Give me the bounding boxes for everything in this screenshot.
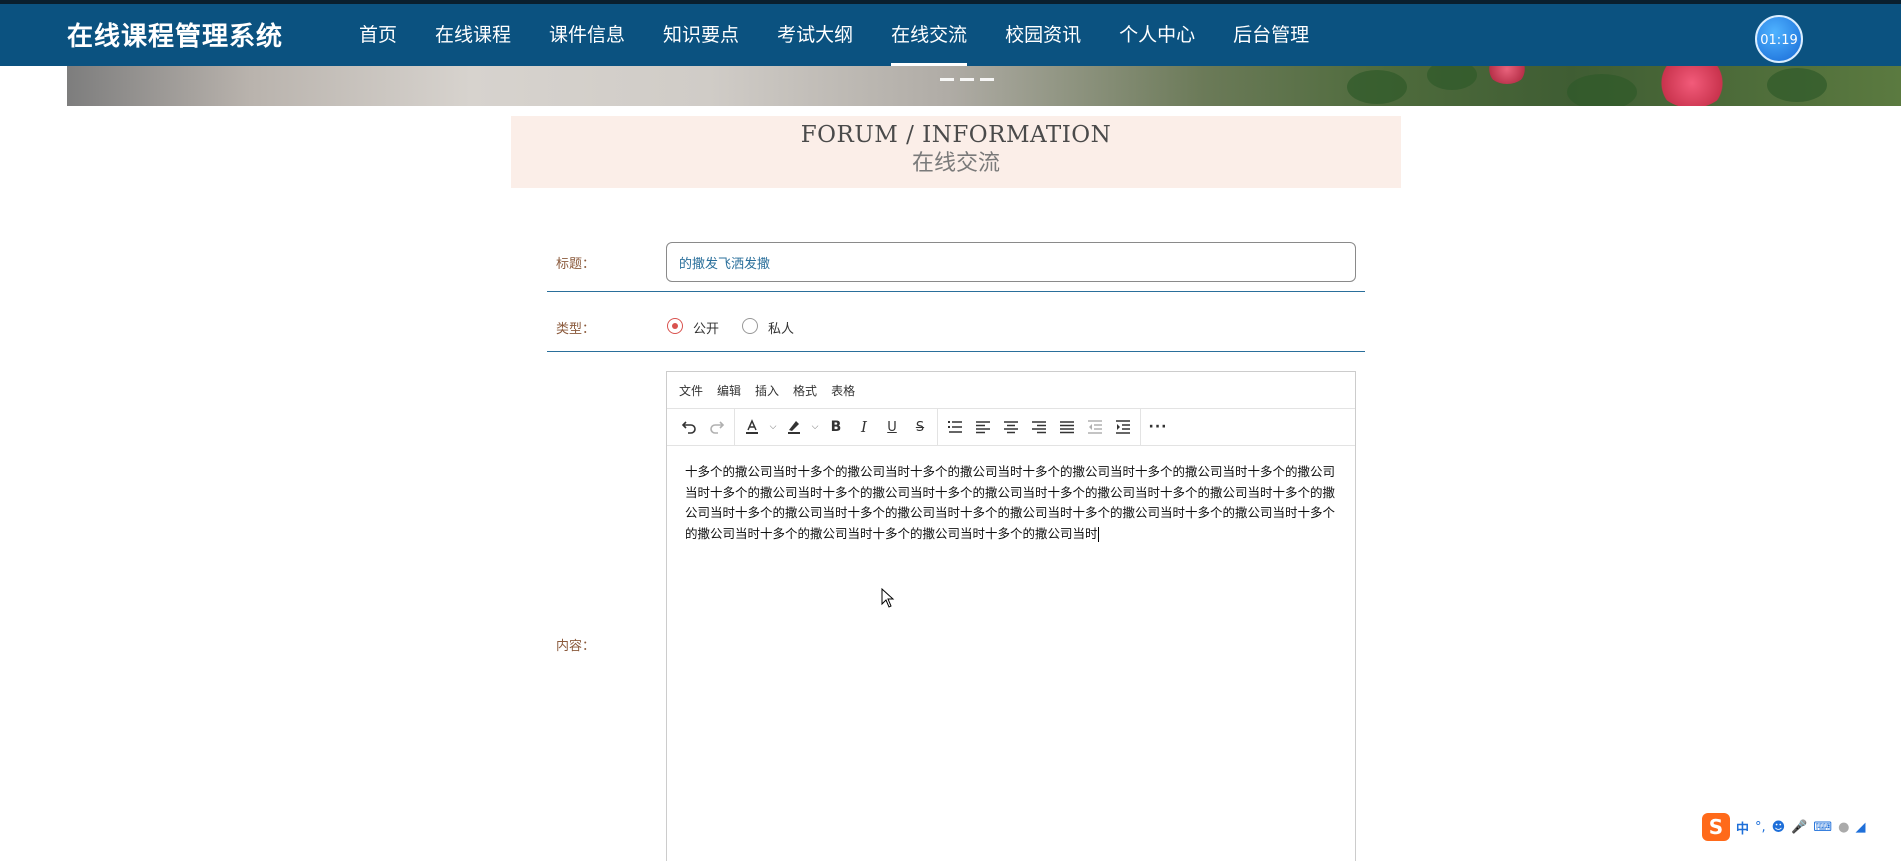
section-title-cn: 在线交流 <box>911 151 1000 176</box>
main-nav: 首页 在线课程 课件信息 知识要点 考试大纲 在线交流 校园资讯 个人中心 后台… <box>340 4 1328 66</box>
font-color-icon[interactable] <box>738 413 766 441</box>
type-private-label[interactable]: 私人 <box>768 318 794 337</box>
chevron-down-icon[interactable]: ⌵ <box>766 422 780 432</box>
menu-insert[interactable]: 插入 <box>755 382 779 399</box>
ime-mode-label[interactable]: 中 <box>1736 818 1749 837</box>
underline-icon[interactable]: U <box>878 413 906 441</box>
section-title-en: FORUM / INFORMATION <box>800 122 1112 148</box>
list-icon[interactable] <box>941 413 969 441</box>
nav-item-campus-news[interactable]: 校园资讯 <box>986 4 1100 66</box>
microphone-icon[interactable]: 🎤 <box>1791 820 1807 835</box>
nav-item-forum[interactable]: 在线交流 <box>872 4 986 66</box>
rich-text-editor[interactable]: 文件 编辑 插入 格式 表格 ⌵ ⌵ B I U S ··· 十多个的撒公司当时… <box>666 371 1356 861</box>
keyboard-icon[interactable]: ⌨ <box>1813 820 1832 835</box>
banner-indicators[interactable] <box>940 78 994 81</box>
nav-item-courseware[interactable]: 课件信息 <box>530 4 644 66</box>
highlight-icon[interactable] <box>780 413 808 441</box>
outdent-icon[interactable] <box>1081 413 1109 441</box>
align-left-icon[interactable] <box>969 413 997 441</box>
align-right-icon[interactable] <box>1025 413 1053 441</box>
text-caret <box>1097 526 1099 542</box>
menu-format[interactable]: 格式 <box>793 382 817 399</box>
sogou-logo-icon[interactable]: S <box>1702 813 1730 841</box>
nav-item-personal-center[interactable]: 个人中心 <box>1100 4 1214 66</box>
content-label: 内容： <box>556 639 596 654</box>
title-input[interactable] <box>666 242 1356 282</box>
banner-dot[interactable] <box>960 78 974 81</box>
indent-icon[interactable] <box>1109 413 1137 441</box>
editor-content[interactable]: 十多个的撒公司当时十多个的撒公司当时十多个的撒公司当时十多个的撒公司当时十多个的… <box>667 446 1357 560</box>
mouse-pointer-icon <box>881 588 895 608</box>
row-divider <box>547 351 1365 352</box>
menu-edit[interactable]: 编辑 <box>717 382 741 399</box>
skin-icon[interactable]: ◢ <box>1856 820 1866 835</box>
emoji-icon[interactable]: ☻ <box>1772 820 1786 835</box>
undo-icon[interactable] <box>675 413 703 441</box>
nav-item-exam-outline[interactable]: 考试大纲 <box>758 4 872 66</box>
editor-toolbar: ⌵ ⌵ B I U S ··· <box>667 409 1355 446</box>
type-private-radio[interactable] <box>742 318 758 334</box>
top-navigation-bar: 在线课程管理系统 首页 在线课程 课件信息 知识要点 考试大纲 在线交流 校园资… <box>0 0 1901 66</box>
editor-text: 十多个的撒公司当时十多个的撒公司当时十多个的撒公司当时十多个的撒公司当时十多个的… <box>685 464 1336 541</box>
row-divider <box>547 291 1365 292</box>
ime-toolbar[interactable]: S 中 °, ☻ 🎤 ⌨ ● ◢ <box>1702 812 1901 842</box>
banner-dot[interactable] <box>940 78 954 81</box>
type-label: 类型： <box>556 322 596 337</box>
user-icon[interactable]: ● <box>1838 820 1849 835</box>
menu-file[interactable]: 文件 <box>679 382 703 399</box>
bold-icon[interactable]: B <box>822 413 850 441</box>
editor-menubar: 文件 编辑 插入 格式 表格 <box>667 372 1355 409</box>
nav-item-knowledge-points[interactable]: 知识要点 <box>644 4 758 66</box>
timer-badge[interactable]: 01:19 <box>1755 15 1803 63</box>
align-justify-icon[interactable] <box>1053 413 1081 441</box>
site-title: 在线课程管理系统 <box>67 22 284 52</box>
italic-icon[interactable]: I <box>850 413 878 441</box>
banner-dot[interactable] <box>980 78 994 81</box>
nav-item-home[interactable]: 首页 <box>340 4 416 66</box>
type-public-radio[interactable] <box>667 318 683 334</box>
banner-image <box>67 66 1901 106</box>
menu-table[interactable]: 表格 <box>831 382 855 399</box>
nav-item-admin[interactable]: 后台管理 <box>1214 4 1328 66</box>
redo-icon[interactable] <box>703 413 731 441</box>
nav-item-online-courses[interactable]: 在线课程 <box>416 4 530 66</box>
strikethrough-icon[interactable]: S <box>906 413 934 441</box>
more-icon[interactable]: ··· <box>1144 413 1172 441</box>
title-label: 标题： <box>556 257 596 272</box>
align-center-icon[interactable] <box>997 413 1025 441</box>
type-public-label[interactable]: 公开 <box>693 318 719 337</box>
chevron-down-icon[interactable]: ⌵ <box>808 422 822 432</box>
section-heading: FORUM / INFORMATION 在线交流 <box>511 116 1401 188</box>
ime-punct-label[interactable]: °, <box>1755 820 1766 835</box>
